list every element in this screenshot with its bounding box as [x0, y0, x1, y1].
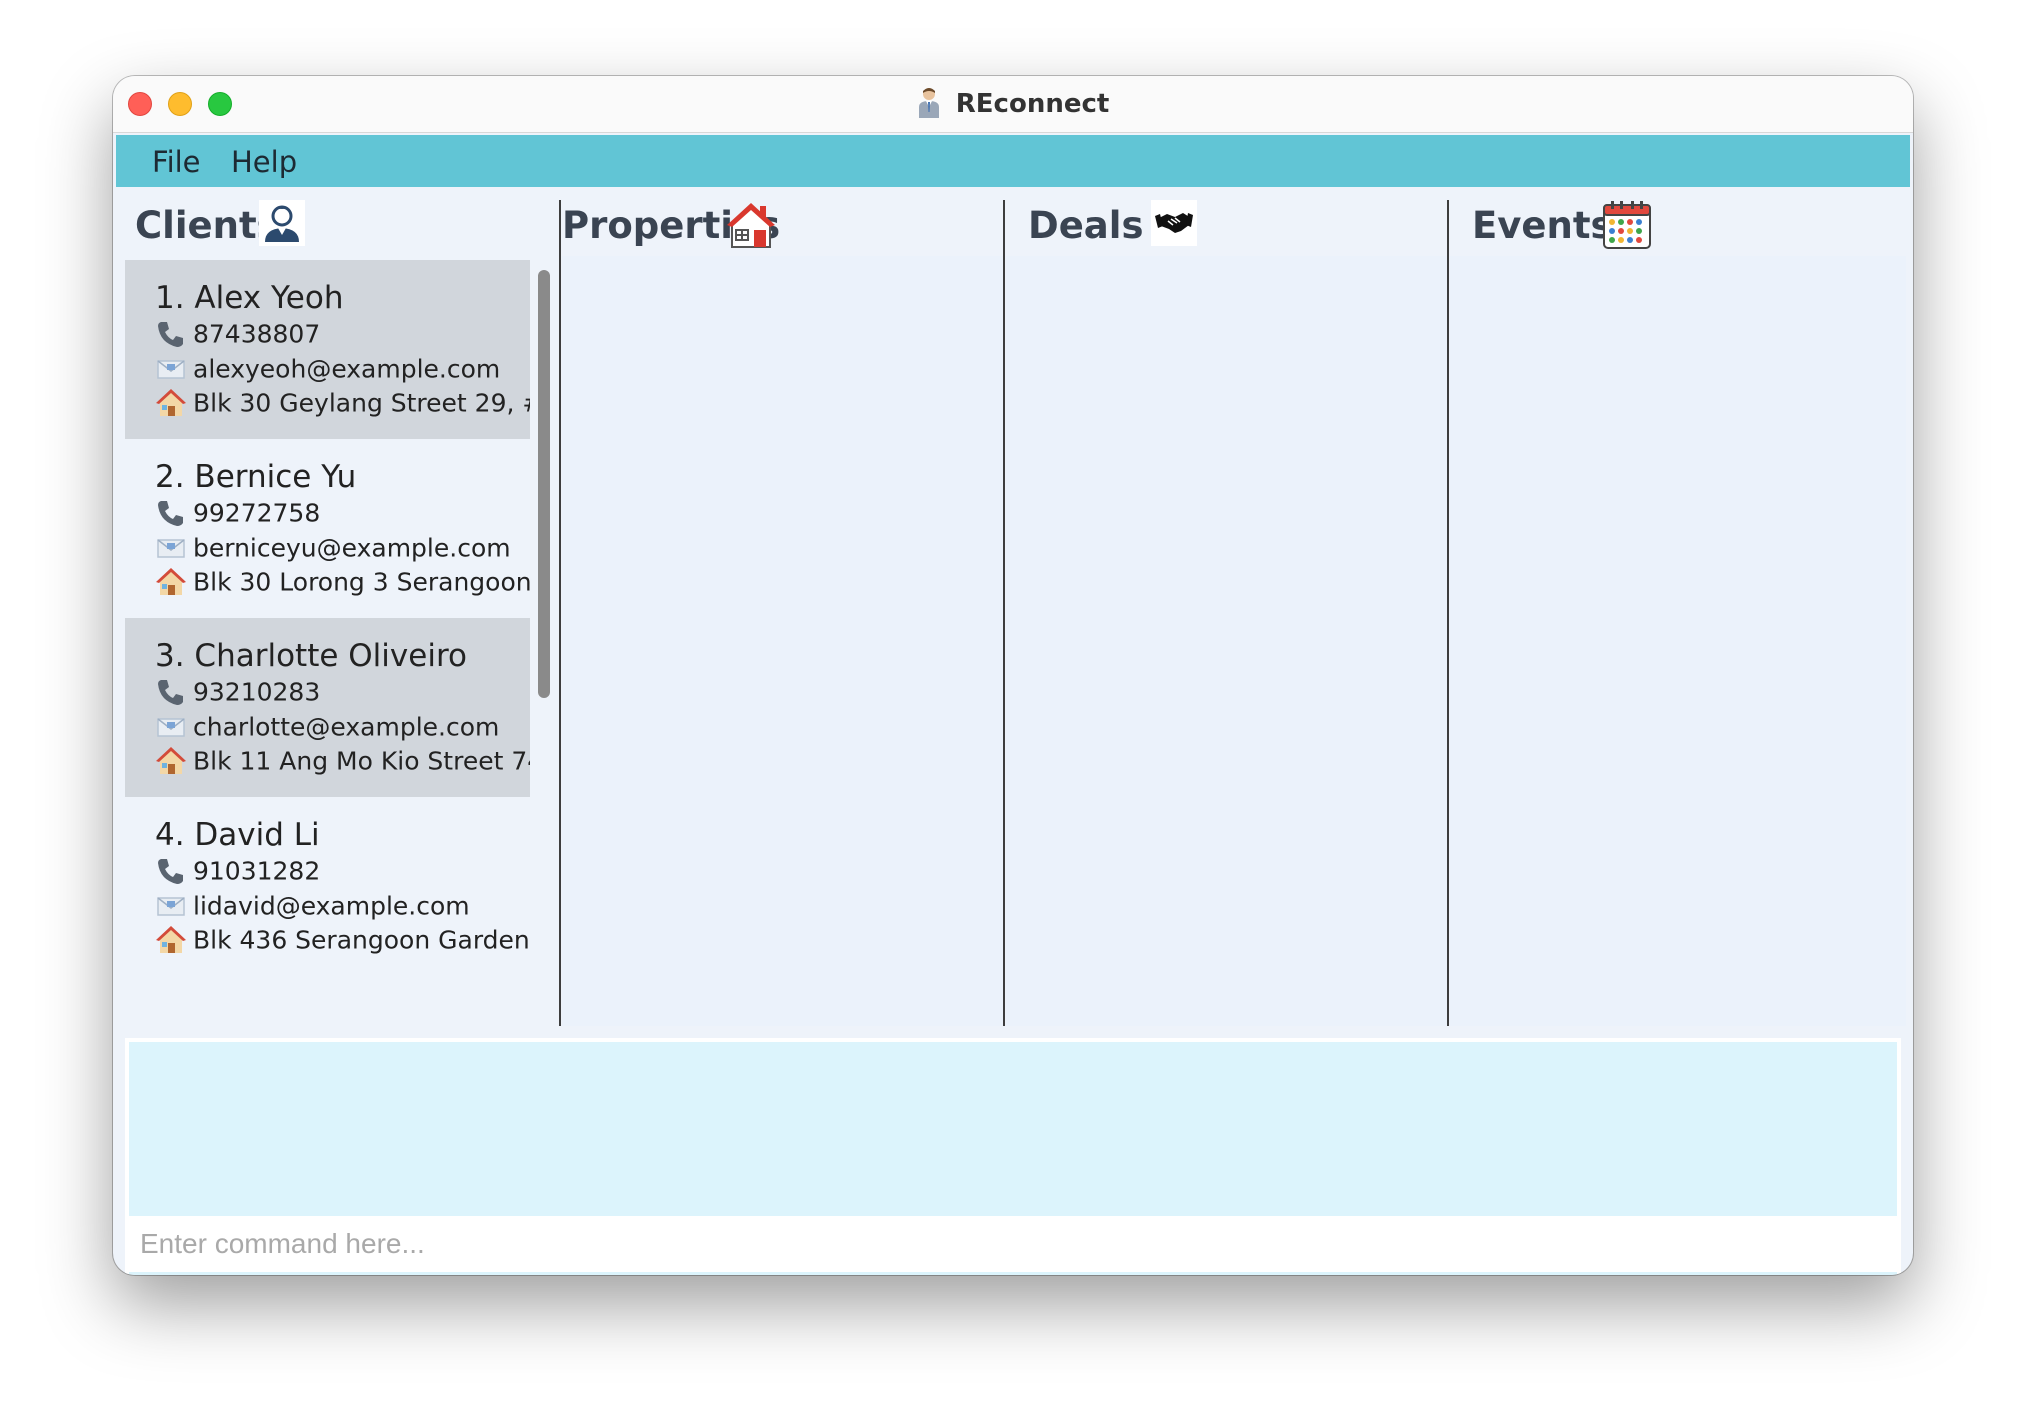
events-list[interactable] — [1450, 256, 1906, 1026]
client-address: Blk 11 Ang Mo Kio Street 74... — [193, 746, 530, 776]
client-card[interactable]: 4. David Li 91031282 lidavid@example.com… — [125, 797, 530, 976]
client-address: Blk 30 Geylang Street 29, #... — [193, 388, 530, 418]
app-window: REconnect File Help Clients 1. Alex Yeoh… — [113, 76, 1913, 1275]
menu-bar: File Help — [116, 135, 1910, 187]
command-input[interactable] — [125, 1216, 1901, 1272]
calendar-icon — [1602, 200, 1651, 249]
client-email: alexyeoh@example.com — [193, 354, 501, 384]
phone-icon — [155, 497, 187, 529]
person-icon — [259, 200, 305, 246]
client-list[interactable]: 1. Alex Yeoh 87438807 alexyeoh@example.c… — [125, 260, 530, 1026]
title-bar: REconnect — [113, 76, 1913, 133]
client-name: 3. Charlotte Oliveiro — [155, 638, 467, 674]
house-icon — [155, 566, 187, 598]
panel-divider — [1447, 200, 1449, 1026]
client-phone: 91031282 — [193, 856, 321, 886]
handshake-icon — [1151, 200, 1197, 246]
email-icon — [155, 890, 187, 922]
client-list-scrollbar[interactable] — [535, 264, 553, 1026]
email-icon — [155, 711, 187, 743]
client-phone: 87438807 — [193, 319, 321, 349]
email-icon — [155, 532, 187, 564]
client-address: Blk 436 Serangoon Garden — [193, 925, 530, 955]
phone-icon — [155, 855, 187, 887]
panel-divider — [559, 200, 561, 1026]
client-card[interactable]: 3. Charlotte Oliveiro 93210283 charlotte… — [125, 618, 530, 797]
house-icon — [155, 924, 187, 956]
client-phone: 93210283 — [193, 677, 321, 707]
client-email: lidavid@example.com — [193, 891, 470, 921]
phone-icon — [155, 318, 187, 350]
client-name: 4. David Li — [155, 817, 320, 853]
client-card[interactable]: 2. Bernice Yu 99272758 berniceyu@example… — [125, 439, 530, 618]
client-email: berniceyu@example.com — [193, 533, 511, 563]
businessman-icon — [917, 86, 941, 122]
phone-icon — [155, 676, 187, 708]
clients-panel-title: Clients — [135, 204, 279, 247]
menu-help[interactable]: Help — [231, 145, 297, 179]
client-address: Blk 30 Lorong 3 Serangoon ... — [193, 567, 530, 597]
client-phone: 99272758 — [193, 498, 321, 528]
scrollbar-thumb[interactable] — [538, 270, 550, 698]
properties-panel: Properties — [562, 200, 1004, 1026]
events-panel: Events — [1450, 200, 1906, 1026]
window-title: REconnect — [955, 89, 1110, 119]
house-icon — [726, 200, 775, 248]
events-panel-title: Events — [1472, 204, 1613, 247]
client-name: 2. Bernice Yu — [155, 459, 357, 495]
panel-divider — [1003, 200, 1005, 1026]
client-email: charlotte@example.com — [193, 712, 500, 742]
deals-list[interactable] — [1006, 256, 1448, 1026]
deals-panel-title: Deals — [1028, 204, 1144, 247]
properties-list[interactable] — [562, 256, 1004, 1026]
client-name: 1. Alex Yeoh — [155, 280, 344, 316]
email-icon — [155, 353, 187, 385]
deals-panel: Deals — [1006, 200, 1448, 1026]
clients-panel: Clients 1. Alex Yeoh 87438807 alexyeoh@e… — [125, 200, 555, 1026]
menu-file[interactable]: File — [152, 145, 201, 179]
client-card[interactable]: 1. Alex Yeoh 87438807 alexyeoh@example.c… — [125, 260, 530, 439]
house-icon — [155, 387, 187, 419]
house-icon — [155, 745, 187, 777]
